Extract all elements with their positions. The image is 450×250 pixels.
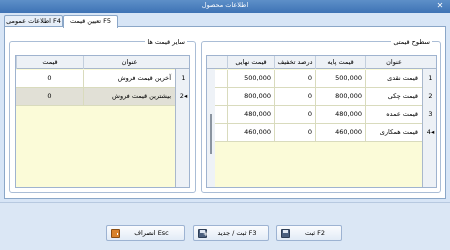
table-row[interactable]: 460,000 0 460,000 قیمت همکاری 4◂	[215, 124, 436, 142]
base-price-cell[interactable]: 800,000	[315, 88, 365, 106]
save-new-button-label: ثبت / جدید F3	[217, 229, 257, 237]
current-row-indicator-icon: ◂	[183, 92, 188, 100]
discount-cell[interactable]: 0	[274, 106, 315, 124]
final-price-cell[interactable]: 480,000	[227, 106, 274, 124]
save-new-button[interactable]: ثبت / جدید F3	[193, 225, 269, 241]
grid-scrollbar[interactable]	[207, 69, 215, 187]
discount-cell[interactable]: 0	[274, 70, 315, 88]
close-icon[interactable]: ✕	[435, 0, 445, 12]
floppy-disk-icon	[281, 229, 290, 238]
other-prices-group: سایر قیمت ها قیمت عنوان 0 آخرین قیمت فرو…	[9, 38, 196, 193]
table-row[interactable]: 500,000 0 500,000 قیمت نقدی 1	[215, 70, 436, 88]
base-price-cell[interactable]: 500,000	[315, 70, 365, 88]
column-header-title[interactable]: عنوان	[365, 56, 422, 69]
row-index: 2◂	[175, 88, 189, 106]
other-prices-grid[interactable]: قیمت عنوان 0 آخرین قیمت فروش 1 0 بیشترین…	[15, 55, 190, 188]
scrollbar-thumb[interactable]	[210, 114, 212, 154]
base-price-cell[interactable]: 480,000	[315, 106, 365, 124]
title-cell[interactable]: آخرین قیمت فروش	[83, 70, 175, 88]
tab-pricing[interactable]: تعیین قیمت F5	[63, 15, 118, 28]
cancel-button-label: انصراف Esc	[134, 229, 169, 237]
final-price-cell[interactable]: 800,000	[227, 88, 274, 106]
final-price-cell[interactable]: 500,000	[227, 70, 274, 88]
row-index: 2	[422, 88, 436, 106]
row-index: 1	[422, 70, 436, 88]
window-title: اطلاعات محصول	[201, 1, 249, 9]
window-titlebar: اطلاعات محصول ✕	[0, 0, 450, 13]
table-row[interactable]: 0 آخرین قیمت فروش 1	[16, 70, 189, 88]
discount-cell[interactable]: 0	[274, 124, 315, 142]
base-price-cell[interactable]: 460,000	[315, 124, 365, 142]
column-header-discount[interactable]: درصد تخفیف	[274, 56, 315, 69]
save-new-icon	[198, 229, 209, 238]
column-header-base-price[interactable]: قیمت پایه	[315, 56, 365, 69]
column-header-final-price[interactable]: قیمت نهایی	[227, 56, 274, 69]
save-button-label: ثبت F2	[304, 229, 326, 237]
price-levels-title: سطوح قیمتی	[391, 38, 432, 46]
title-cell[interactable]: قیمت چکی	[365, 88, 422, 106]
price-cell[interactable]: 0	[16, 88, 83, 106]
table-row[interactable]: 800,000 0 800,000 قیمت چکی 2	[215, 88, 436, 106]
price-levels-group: سطوح قیمتی قیمت نهایی درصد تخفیف قیمت پا…	[201, 38, 441, 193]
grid-header: قیمت نهایی درصد تخفیف قیمت پایه عنوان	[207, 56, 436, 69]
exit-door-icon	[111, 229, 120, 238]
tab-content-pricing: سایر قیمت ها قیمت عنوان 0 آخرین قیمت فرو…	[4, 26, 446, 199]
discount-cell[interactable]: 0	[274, 88, 315, 106]
title-cell[interactable]: قیمت همکاری	[365, 124, 422, 142]
table-row-selected[interactable]: 0 بیشترین قیمت فروش 2◂	[16, 88, 189, 106]
cancel-button[interactable]: انصراف Esc	[106, 225, 185, 241]
title-cell[interactable]: قیمت عمده	[365, 106, 422, 124]
save-button[interactable]: ثبت F2	[276, 225, 342, 241]
final-price-cell[interactable]: 460,000	[227, 124, 274, 142]
column-header-price[interactable]: قیمت	[16, 56, 83, 69]
title-cell[interactable]: بیشترین قیمت فروش	[83, 88, 175, 106]
button-bar: انصراف Esc ثبت / جدید F3 ثبت F2	[0, 202, 450, 250]
row-index: 4◂	[422, 124, 436, 142]
current-row-indicator-icon: ◂	[430, 128, 435, 136]
price-cell[interactable]: 0	[16, 70, 83, 88]
title-cell[interactable]: قیمت نقدی	[365, 70, 422, 88]
other-prices-title: سایر قیمت ها	[145, 38, 187, 46]
row-index: 3	[422, 106, 436, 124]
column-header-title[interactable]: عنوان	[83, 56, 175, 69]
price-levels-grid[interactable]: قیمت نهایی درصد تخفیف قیمت پایه عنوان 50…	[206, 55, 437, 188]
grid-header: قیمت عنوان	[16, 56, 189, 69]
row-index: 1	[175, 70, 189, 88]
table-row[interactable]: 480,000 0 480,000 قیمت عمده 3	[215, 106, 436, 124]
